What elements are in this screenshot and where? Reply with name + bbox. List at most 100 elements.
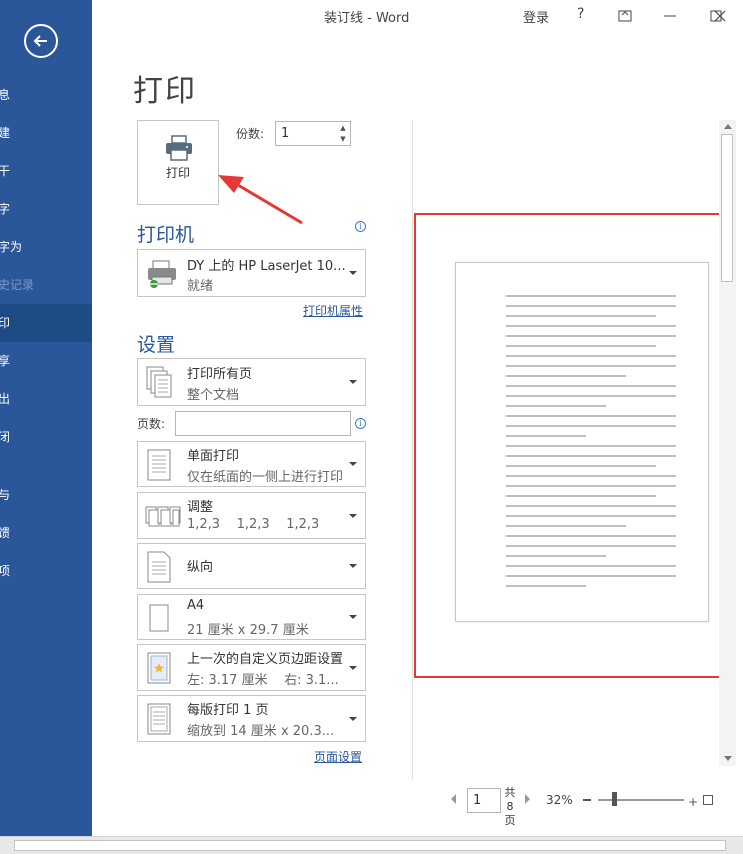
close-icon [714, 10, 726, 22]
help-button[interactable]: ? [577, 6, 584, 22]
chevron-down-icon [349, 717, 357, 721]
pages-per-sheet-select[interactable]: 每版打印 1 页 缩放到 14 厘米 x 20.3... [137, 695, 366, 742]
page-title: 打印 [133, 74, 197, 109]
sidebar-item-info[interactable]: 息 [0, 76, 92, 114]
print-range-value: 打印所有页 [187, 367, 253, 382]
horizontal-scrollbar[interactable] [0, 836, 743, 854]
chevron-down-icon [349, 514, 357, 518]
ribbon-display-button[interactable] [613, 4, 637, 28]
print-range-desc: 整个文档 [187, 388, 240, 403]
title-bar: 装订线 - Word 登录 ? [92, 0, 743, 32]
back-arrow-icon [33, 35, 47, 47]
sidebar-item-label: 印 [0, 316, 11, 330]
zoom-to-page-icon[interactable] [703, 795, 713, 805]
orientation-select[interactable]: 纵向 [137, 543, 366, 589]
total-pages: 共8页 [504, 786, 516, 827]
sidebar-item-close[interactable]: 闭 [0, 418, 92, 456]
zoom-out-icon[interactable] [583, 799, 591, 801]
sidebar-item-feedback[interactable]: 馈 [0, 514, 92, 552]
sidebar-item-open[interactable]: 干 [0, 152, 92, 190]
sidebar-item-label: 息 [0, 88, 11, 102]
back-button[interactable] [24, 24, 58, 58]
chevron-down-icon [349, 615, 357, 619]
sidebar-item-save-as[interactable]: 字为 [0, 228, 92, 266]
scroll-down-icon[interactable] [724, 756, 732, 761]
collated-icon [145, 506, 181, 527]
scrollbar-thumb[interactable] [721, 134, 733, 282]
settings-section-title: 设置 [137, 334, 176, 356]
pages-per-sheet-value: 每版打印 1 页 [187, 703, 269, 718]
print-button-label: 打印 [165, 166, 190, 180]
printer-info-icon[interactable]: i [355, 221, 366, 232]
margins-value: 上一次的自定义页边距设置 [187, 652, 344, 667]
copies-stepper[interactable]: 1 ▲ ▼ [275, 121, 351, 146]
printer-status: 就绪 [187, 279, 214, 294]
sides-desc: 仅在纸面的一侧上进行打印 [187, 470, 344, 485]
copies-down-icon[interactable]: ▼ [338, 134, 348, 144]
printer-properties-link[interactable]: 打印机属性 [303, 302, 363, 319]
sidebar-item-label: 项 [0, 564, 11, 578]
pages-info-icon[interactable]: i [355, 418, 366, 429]
print-button[interactable]: 打印 [137, 120, 219, 205]
sidebar-item-options[interactable]: 项 [0, 552, 92, 590]
pages-per-sheet-icon [147, 703, 171, 735]
sidebar-item-export[interactable]: 出 [0, 380, 92, 418]
paper-size-desc: 21 厘米 x 29.7 厘米 [187, 623, 309, 638]
window-title: 装订线 - Word [324, 11, 410, 26]
zoom-level[interactable]: 32% [546, 793, 573, 807]
sidebar-item-label: 与 [0, 488, 11, 502]
pages-per-sheet-desc: 缩放到 14 厘米 x 20.3... [187, 724, 335, 739]
paper-size-icon [149, 604, 169, 632]
current-page-input[interactable]: 1 [467, 788, 501, 813]
paper-size-select[interactable]: A4 21 厘米 x 29.7 厘米 [137, 594, 366, 640]
scroll-up-icon[interactable] [724, 124, 732, 129]
sides-select[interactable]: 单面打印 仅在纸面的一侧上进行打印 [137, 441, 366, 487]
printer-icon [166, 135, 192, 161]
zoom-in-icon[interactable]: + [688, 795, 698, 809]
chevron-down-icon [349, 380, 357, 384]
previous-page-icon[interactable] [451, 794, 456, 804]
close-window-button[interactable] [708, 4, 732, 28]
annotation-highlight-box [414, 213, 724, 678]
sidebar-item-history[interactable]: 史记录 [0, 266, 92, 304]
maximize-button[interactable] [662, 4, 722, 28]
sidebar-item-label: 建 [0, 126, 11, 140]
custom-margins-icon [147, 652, 171, 684]
print-range-select[interactable]: 打印所有页 整个文档 [137, 358, 366, 406]
printer-select[interactable]: DY 上的 HP LaserJet 10... 就绪 [137, 249, 366, 297]
collate-select[interactable]: 调整 1,2,3 1,2,3 1,2,3 [137, 492, 366, 539]
sidebar-item-save[interactable]: 字 [0, 190, 92, 228]
signin-link[interactable]: 登录 [523, 7, 549, 26]
portrait-icon [147, 551, 171, 583]
zoom-slider[interactable] [598, 799, 684, 801]
sidebar-item-print[interactable]: 印 [0, 304, 92, 342]
chevron-down-icon [349, 666, 357, 670]
printer-device-icon [148, 260, 176, 288]
copies-value: 1 [281, 126, 290, 141]
sidebar-item-label: 享 [0, 354, 11, 368]
margins-select[interactable]: 上一次的自定义页边距设置 左: 3.17 厘米 右: 3.1... [137, 644, 366, 691]
sidebar-item-new[interactable]: 建 [0, 114, 92, 152]
sides-value: 单面打印 [187, 449, 240, 464]
paper-size-value: A4 [187, 598, 205, 613]
printer-section-title: 打印机 [137, 224, 195, 246]
chevron-down-icon [349, 462, 357, 466]
annotation-arrow-icon [218, 175, 303, 225]
copies-label: 份数: [236, 127, 265, 141]
collate-value: 调整 [187, 500, 214, 515]
sidebar-item-label: 干 [0, 164, 11, 178]
sidebar-item-share[interactable]: 享 [0, 342, 92, 380]
preview-vertical-scrollbar[interactable] [719, 120, 736, 766]
zoom-slider-thumb[interactable] [612, 792, 617, 806]
sidebar-item-account[interactable]: 与 [0, 476, 92, 514]
copies-up-icon[interactable]: ▲ [338, 123, 348, 133]
next-page-icon[interactable] [525, 794, 530, 804]
all-pages-icon [146, 366, 172, 398]
margins-desc: 左: 3.17 厘米 右: 3.1... [187, 673, 339, 688]
scrollbar-thumb[interactable] [14, 840, 726, 851]
page-setup-link[interactable]: 页面设置 [314, 748, 362, 765]
orientation-value: 纵向 [187, 560, 214, 575]
pages-input[interactable] [175, 411, 351, 436]
collate-desc: 1,2,3 1,2,3 1,2,3 [187, 517, 320, 532]
pages-label: 页数: [137, 417, 166, 431]
